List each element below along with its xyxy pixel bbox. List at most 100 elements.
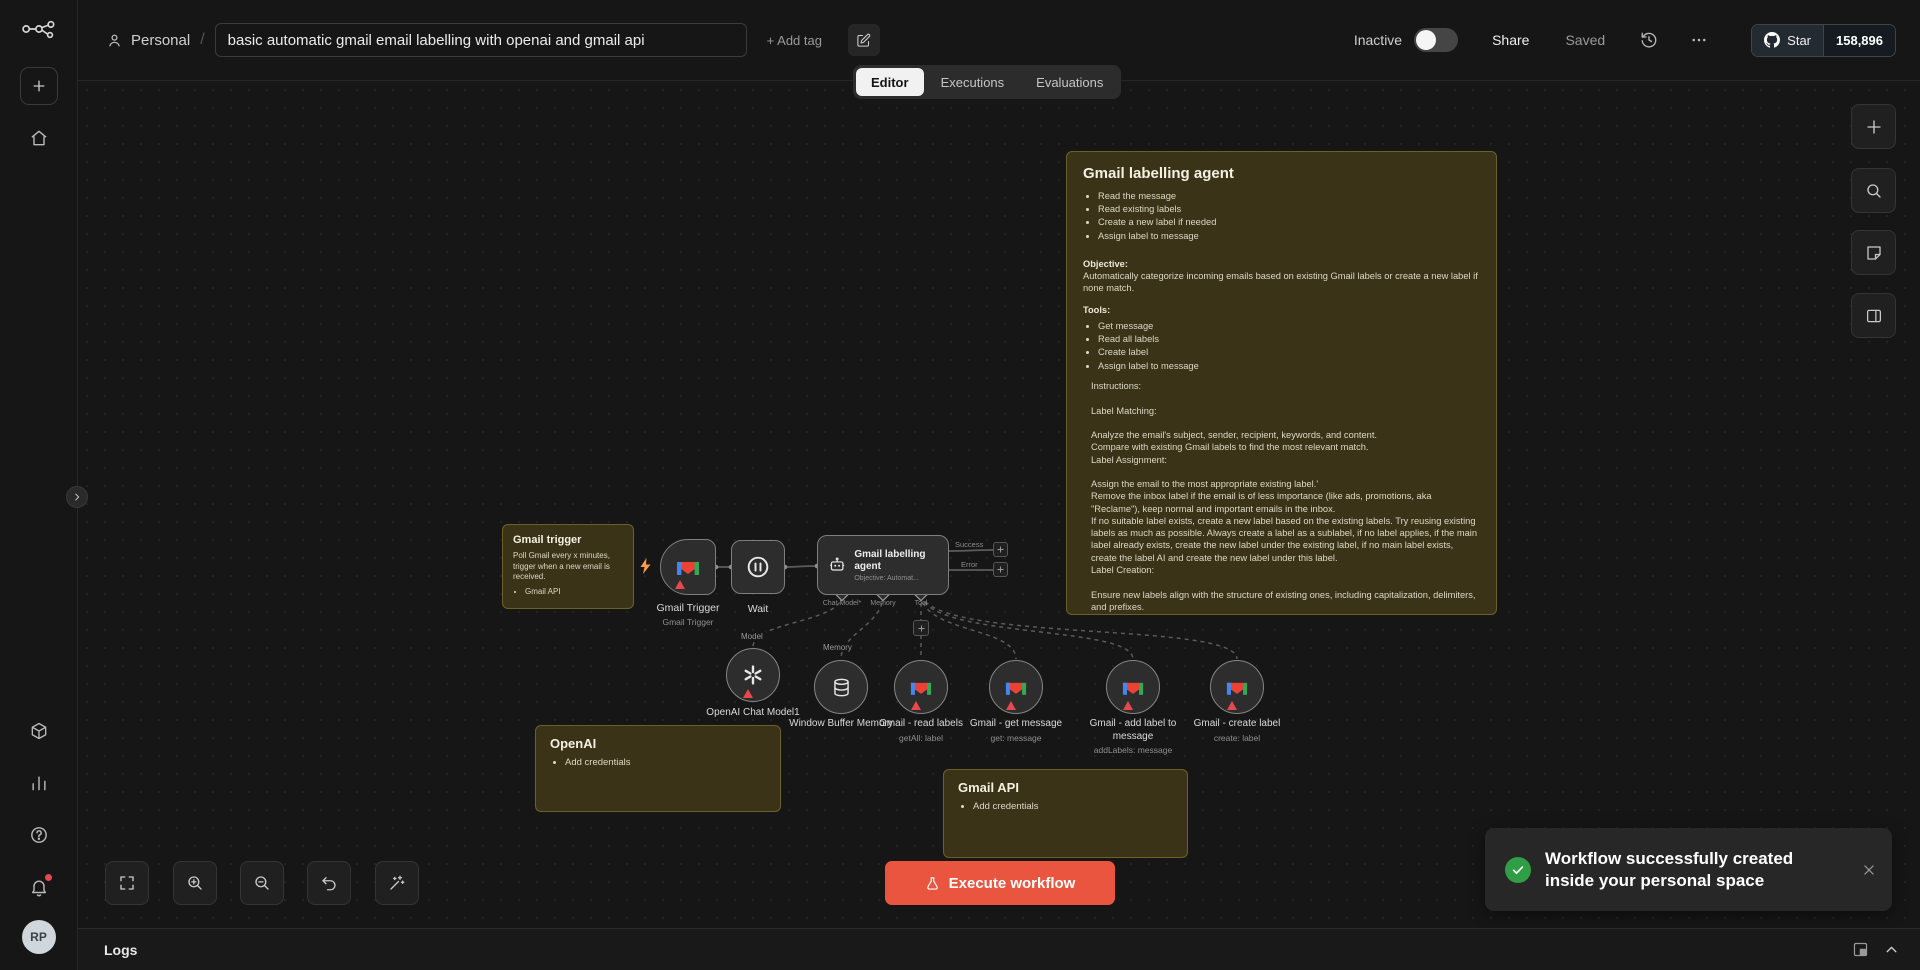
gmail-icon [1226,682,1248,695]
tab-executions[interactable]: Executions [926,68,1020,96]
sticky-note-button[interactable] [1851,230,1896,275]
tab-evaluations[interactable]: Evaluations [1021,68,1118,96]
plus-icon [33,80,44,92]
output-label-success: Success [955,540,984,549]
toast-notification: Workflow successfully created inside you… [1485,828,1892,911]
toggle-knob [1416,30,1437,50]
sticky-note-openai[interactable]: OpenAI Add credentials [535,725,781,812]
tidy-up-button[interactable] [375,861,419,905]
execute-workflow-label: Execute workflow [948,874,1076,892]
workflow-canvas[interactable]: Gmail labelling agent Read the message R… [78,81,1920,928]
warning-icon [675,580,685,589]
sidebar-item-home[interactable] [20,119,58,157]
expand-logs-button[interactable] [1883,941,1900,958]
node-gmail-add-label[interactable] [1106,660,1160,714]
open-logs-window-button[interactable] [1852,941,1869,958]
view-tabs: Editor Executions Evaluations [853,65,1122,99]
github-star-widget[interactable]: Star 158,896 [1751,23,1896,57]
toggle-panel-button[interactable] [1851,293,1896,338]
sidebar-item-notifications[interactable] [20,868,58,906]
node-label: Gmail - read labels getAll: label [879,718,963,743]
help-icon [30,827,47,843]
zoom-in-button[interactable] [173,861,217,905]
star-label: Star [1787,32,1811,48]
sticky-note-agent[interactable]: Gmail labelling agent Read the message R… [1066,151,1497,615]
node-gmail-create-label[interactable] [1210,660,1264,714]
node-label: Window Buffer Memory [789,718,893,729]
node-openai-chat-model[interactable] [726,648,780,702]
sticky-bullet: Add credentials [973,801,1173,812]
connection-label-memory: Memory [820,643,855,652]
node-wait[interactable] [731,540,785,594]
sticky-bullet: Add credentials [565,757,766,768]
pause-icon [747,556,769,578]
zoom-out-icon [255,876,269,890]
node-gmail-labelling-agent[interactable]: Gmail labelling agent Objective: Automat… [817,535,949,595]
sticky-title: Gmail labelling agent [1083,165,1234,182]
sidebar: RP [0,0,78,970]
gmail-icon [1005,682,1027,695]
zoom-out-button[interactable] [240,861,284,905]
history-button[interactable] [1635,26,1663,54]
magic-wand-icon [390,875,405,890]
add-tool-button[interactable] [913,620,929,636]
sidebar-item-templates[interactable] [20,712,58,750]
sidebar-item-insights[interactable] [20,764,58,802]
logs-panel-header[interactable]: Logs [78,928,1920,970]
tab-editor[interactable]: Editor [856,68,924,96]
flask-icon [926,876,938,890]
close-icon [1864,864,1874,875]
node-gmail-read-labels[interactable] [894,660,948,714]
success-check-icon [1505,856,1531,883]
add-node-button[interactable] [1851,104,1896,149]
logs-label: Logs [104,941,138,958]
active-toggle[interactable] [1414,28,1459,52]
github-star-button[interactable]: Star [1752,24,1823,56]
execute-workflow-button[interactable]: Execute workflow [885,861,1115,905]
node-gmail-trigger[interactable] [660,539,716,595]
share-button[interactable]: Share [1492,32,1529,48]
toast-close-button[interactable] [1862,863,1876,877]
avatar[interactable]: RP [21,920,56,954]
breadcrumb-project[interactable]: Personal [106,32,190,49]
robot-icon [830,557,845,571]
sidebar-item-help[interactable] [20,816,58,854]
github-star-count: 158,896 [1823,24,1895,56]
expand-sidebar-button[interactable] [66,486,88,508]
openai-icon [744,665,762,685]
add-tag-button[interactable]: + Add tag [767,33,822,48]
sticky-bullet: Create a new label if needed [1098,216,1480,228]
saved-status: Saved [1565,32,1606,48]
plus-icon [997,546,1004,553]
undo-button[interactable] [307,861,351,905]
sticky-bullet: Assign label to message [1098,230,1480,242]
add-node-success-button[interactable] [993,542,1008,557]
search-button[interactable] [1851,168,1896,213]
undo-icon [322,877,336,891]
plus-icon [918,625,924,631]
node-window-buffer-memory[interactable] [814,660,868,714]
node-label: Gmail - create label create: label [1193,718,1281,743]
sticky-heading: Objective: [1083,258,1128,269]
more-menu-button[interactable] [1685,26,1713,54]
edit-title-button[interactable] [847,24,880,56]
add-workflow-button[interactable] [19,67,58,105]
github-icon [1764,32,1781,48]
sticky-bullet: Get message [1098,320,1480,332]
sticky-note-trigger[interactable]: Gmail trigger Poll Gmail every x minutes… [502,524,634,609]
node-gmail-get-message[interactable] [989,660,1043,714]
sticky-note-gmail-api[interactable]: Gmail API Add credentials [943,769,1188,858]
add-node-error-button[interactable] [993,562,1008,577]
port-label-chat-model: Chat Model* [822,600,862,607]
popout-icon [1853,942,1868,957]
trigger-bolt-icon [638,557,653,580]
workflow-status-label: Inactive [1353,32,1403,48]
sticky-bullet: Gmail API [525,587,623,597]
sticky-bullet: Read existing labels [1098,203,1480,215]
output-label-error: Error [961,560,978,569]
gmail-icon [910,682,932,695]
node-label: Gmail Trigger Gmail Trigger [656,602,720,628]
toast-message: Workflow successfully created inside you… [1545,849,1794,890]
workflow-title-input[interactable] [214,23,747,57]
fit-view-button[interactable] [105,861,149,905]
